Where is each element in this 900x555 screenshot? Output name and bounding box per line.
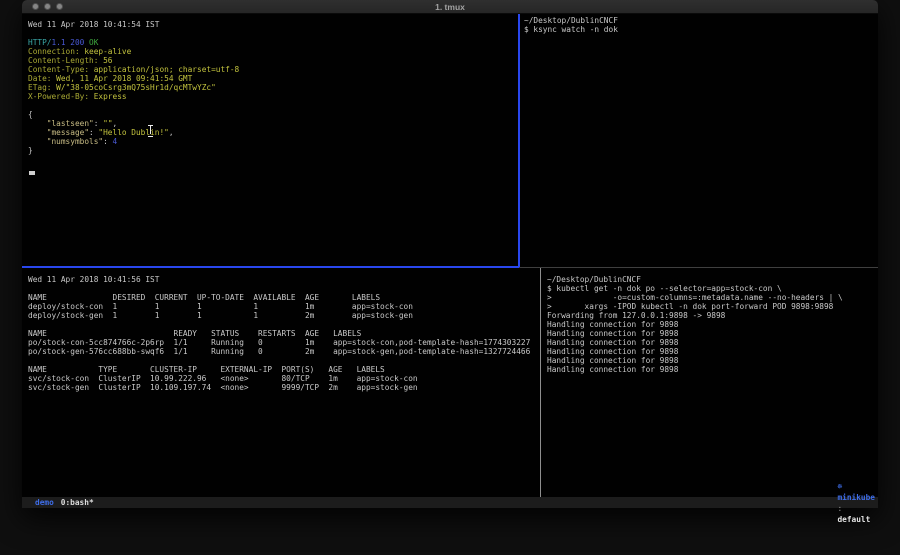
terminal-line: }	[28, 146, 524, 155]
terminal-line: Content-Type: application/json; charset=…	[28, 65, 524, 74]
pane-ksync-watch[interactable]: ~/Desktop/DublinCNCF$ ksync watch -n dok	[520, 14, 882, 268]
terminal-line: > xargs -IPOD kubectl -n dok port-forwar…	[547, 302, 883, 311]
pane-divider-bottom-vertical[interactable]	[540, 268, 541, 497]
terminal-line: X-Powered-By: Express	[28, 92, 524, 101]
terminal-line	[28, 320, 546, 329]
window-title-bar[interactable]: 1. tmux	[22, 0, 878, 14]
window-list-item[interactable]: 0:bash*	[61, 497, 94, 508]
terminal-line: "message": "Hello Dublin!",	[28, 128, 524, 137]
terminal-line	[28, 356, 546, 365]
terminal-line: Handling connection for 9898	[547, 338, 883, 347]
terminal-line: ~/Desktop/DublinCNCF	[524, 16, 882, 25]
tmux-status-bar: demo 0:bash* ☸ minikube : default	[22, 497, 878, 508]
terminal-line: svc/stock-gen ClusterIP 10.109.197.74 <n…	[28, 383, 546, 392]
kube-separator: :	[837, 504, 842, 513]
terminal-line: NAME READY STATUS RESTARTS AGE LABELS	[28, 329, 546, 338]
terminal-line: Handling connection for 9898	[547, 356, 883, 365]
terminal-line: po/stock-gen-576cc688bb-swqf6 1/1 Runnin…	[28, 347, 546, 356]
terminal-line: "numsymbols": 4	[28, 137, 524, 146]
terminal-line: Content-Length: 56	[28, 56, 524, 65]
terminal-window: 1. tmux Wed 11 Apr 2018 10:41:54 IST HTTP…	[22, 0, 878, 508]
terminal-line: Wed 11 Apr 2018 10:41:54 IST	[28, 20, 524, 29]
kube-status: ☸ minikube : default	[800, 470, 875, 536]
session-name: demo	[35, 497, 54, 508]
terminal-line	[28, 101, 524, 110]
terminal-cursor	[29, 171, 35, 175]
terminal-line: Connection: keep-alive	[28, 47, 524, 56]
terminal-line: $ ksync watch -n dok	[524, 25, 882, 34]
kubernetes-icon: ☸	[837, 482, 842, 491]
terminal-line: deploy/stock-con 1 1 1 1 1m app=stock-co…	[28, 302, 546, 311]
terminal-line: Handling connection for 9898	[547, 365, 883, 374]
terminal-line: Date: Wed, 11 Apr 2018 09:41:54 GMT	[28, 74, 524, 83]
pane-http-response[interactable]: Wed 11 Apr 2018 10:41:54 IST HTTP/1.1 200…	[22, 14, 524, 272]
terminal-line: > -o=custom-columns=:metadata.name --no-…	[547, 293, 883, 302]
terminal-line: {	[28, 110, 524, 119]
terminal-line: HTTP/1.1 200 OK	[28, 38, 524, 47]
terminal-line: Handling connection for 9898	[547, 347, 883, 356]
kube-context: minikube	[837, 493, 875, 502]
kube-namespace: default	[837, 515, 870, 524]
terminal-line: ~/Desktop/DublinCNCF	[547, 275, 883, 284]
terminal-line: NAME DESIRED CURRENT UP-TO-DATE AVAILABL…	[28, 293, 546, 302]
terminal-line: "lastseen": "",	[28, 119, 524, 128]
pane-kubectl-get[interactable]: Wed 11 Apr 2018 10:41:56 IST NAME DESIRED…	[22, 268, 546, 504]
terminal-line: ETag: W/"38-05coCsrg3mQ75sHr1d/qcMTwYZc"	[28, 83, 524, 92]
terminal-line: NAME TYPE CLUSTER-IP EXTERNAL-IP PORT(S)…	[28, 365, 546, 374]
tmux-panes-area: Wed 11 Apr 2018 10:41:54 IST HTTP/1.1 200…	[22, 14, 878, 497]
terminal-line: deploy/stock-gen 1 1 1 1 2m app=stock-ge…	[28, 311, 546, 320]
terminal-line: $ kubectl get -n dok po --selector=app=s…	[547, 284, 883, 293]
terminal-line: Wed 11 Apr 2018 10:41:56 IST	[28, 275, 546, 284]
terminal-line: Handling connection for 9898	[547, 329, 883, 338]
terminal-line: Forwarding from 127.0.0.1:9898 -> 9898	[547, 311, 883, 320]
terminal-line	[28, 284, 546, 293]
terminal-line: po/stock-con-5cc874766c-2p6rp 1/1 Runnin…	[28, 338, 546, 347]
terminal-line	[28, 29, 524, 38]
window-title: 1. tmux	[22, 0, 878, 13]
mouse-text-cursor	[148, 125, 153, 137]
terminal-line: Handling connection for 9898	[547, 320, 883, 329]
terminal-line: svc/stock-con ClusterIP 10.99.222.96 <no…	[28, 374, 546, 383]
